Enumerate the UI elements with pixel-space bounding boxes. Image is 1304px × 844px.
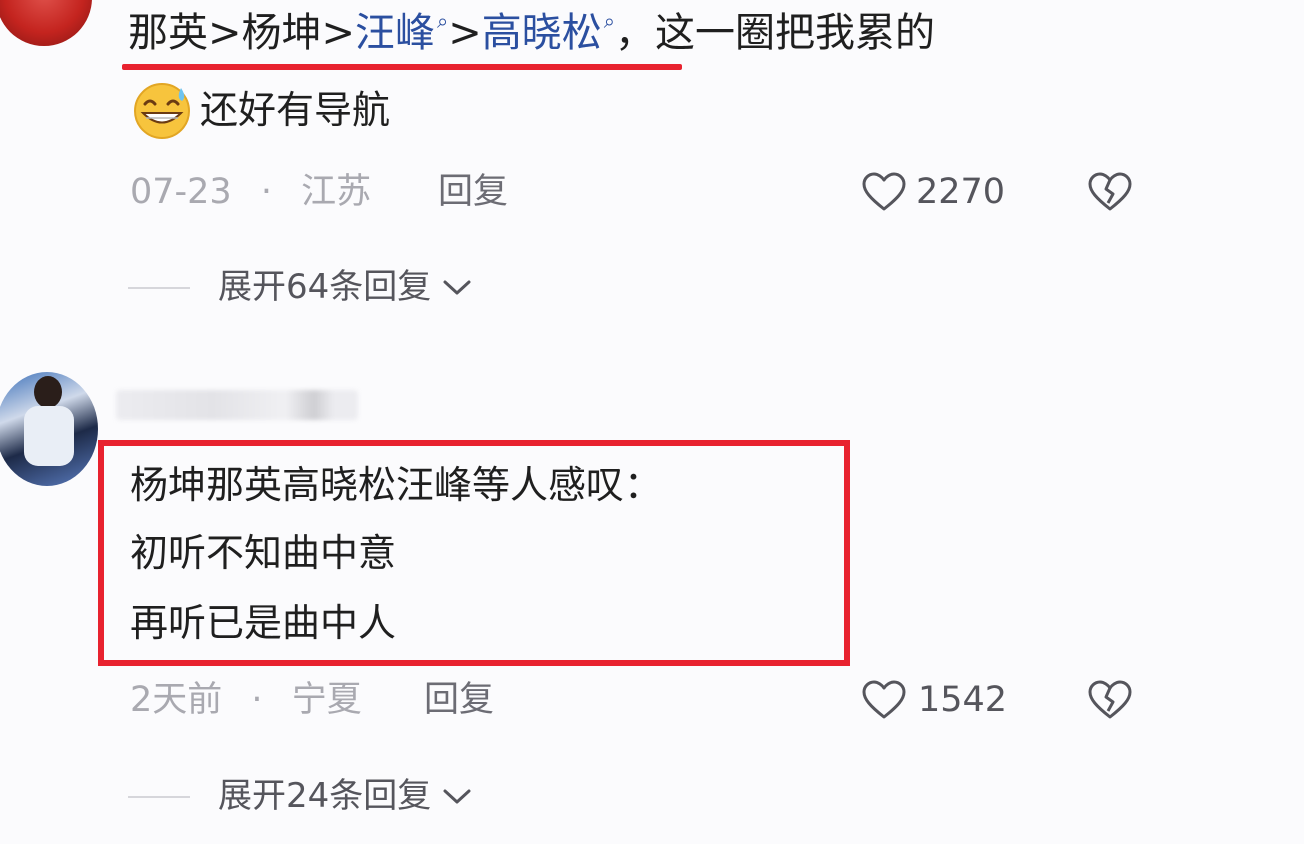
- comment-date: 2天前: [130, 680, 223, 720]
- user-avatar[interactable]: [0, 0, 92, 46]
- heart-icon[interactable]: [862, 172, 906, 212]
- expand-replies-button[interactable]: 展开64条回复: [218, 265, 473, 309]
- like-count: 2270: [916, 172, 1006, 212]
- chevron-down-icon: [443, 280, 471, 295]
- user-avatar[interactable]: [0, 372, 98, 486]
- search-icon: ⌕: [437, 9, 449, 33]
- heart-icon[interactable]: [862, 680, 906, 720]
- comment-text-part: 那英>杨坤>: [128, 10, 356, 56]
- comment-text-separator: >: [448, 10, 482, 56]
- like-count: 1542: [918, 680, 1008, 720]
- search-icon: ⌕: [603, 9, 615, 33]
- meta-dot: ·: [260, 172, 272, 212]
- meta-dot: ·: [251, 680, 263, 720]
- reply-button[interactable]: 回复: [438, 170, 508, 214]
- red-underline-annotation: [122, 64, 682, 70]
- broken-heart-icon[interactable]: [1088, 172, 1132, 212]
- search-link-gaoxiaosong[interactable]: 高晓松 ⌕: [482, 9, 615, 56]
- broken-heart-icon[interactable]: [1088, 680, 1132, 720]
- comment-date: 07-23: [130, 172, 232, 212]
- reply-button[interactable]: 回复: [424, 678, 494, 722]
- divider: [128, 287, 190, 289]
- comment-text-line: 再听已是曲中人: [130, 601, 397, 645]
- comment-meta: 2天前 · 宁夏: [130, 678, 362, 722]
- comment-text-part: ，这一圈把我累的: [614, 10, 935, 56]
- divider: [128, 796, 190, 798]
- comment-text-line2: 还好有导航: [130, 80, 390, 140]
- comment-location: 宁夏: [291, 680, 362, 720]
- comment-text-line: 杨坤那英高晓松汪峰等人感叹：: [130, 463, 663, 507]
- username-blurred[interactable]: [116, 390, 358, 420]
- search-link-wangfeng[interactable]: 汪峰 ⌕: [355, 9, 449, 56]
- comment-meta: 07-23 · 江苏: [130, 170, 371, 214]
- comment-location: 江苏: [301, 172, 372, 212]
- comment-text: 那英>杨坤>汪峰 ⌕>高晓松 ⌕，这一圈把我累的: [128, 6, 935, 66]
- comment-text-line: 初听不知曲中意: [130, 531, 397, 575]
- grinning-sweat-emoji: [134, 83, 190, 139]
- chevron-down-icon: [443, 789, 471, 804]
- expand-replies-button[interactable]: 展开24条回复: [218, 774, 473, 818]
